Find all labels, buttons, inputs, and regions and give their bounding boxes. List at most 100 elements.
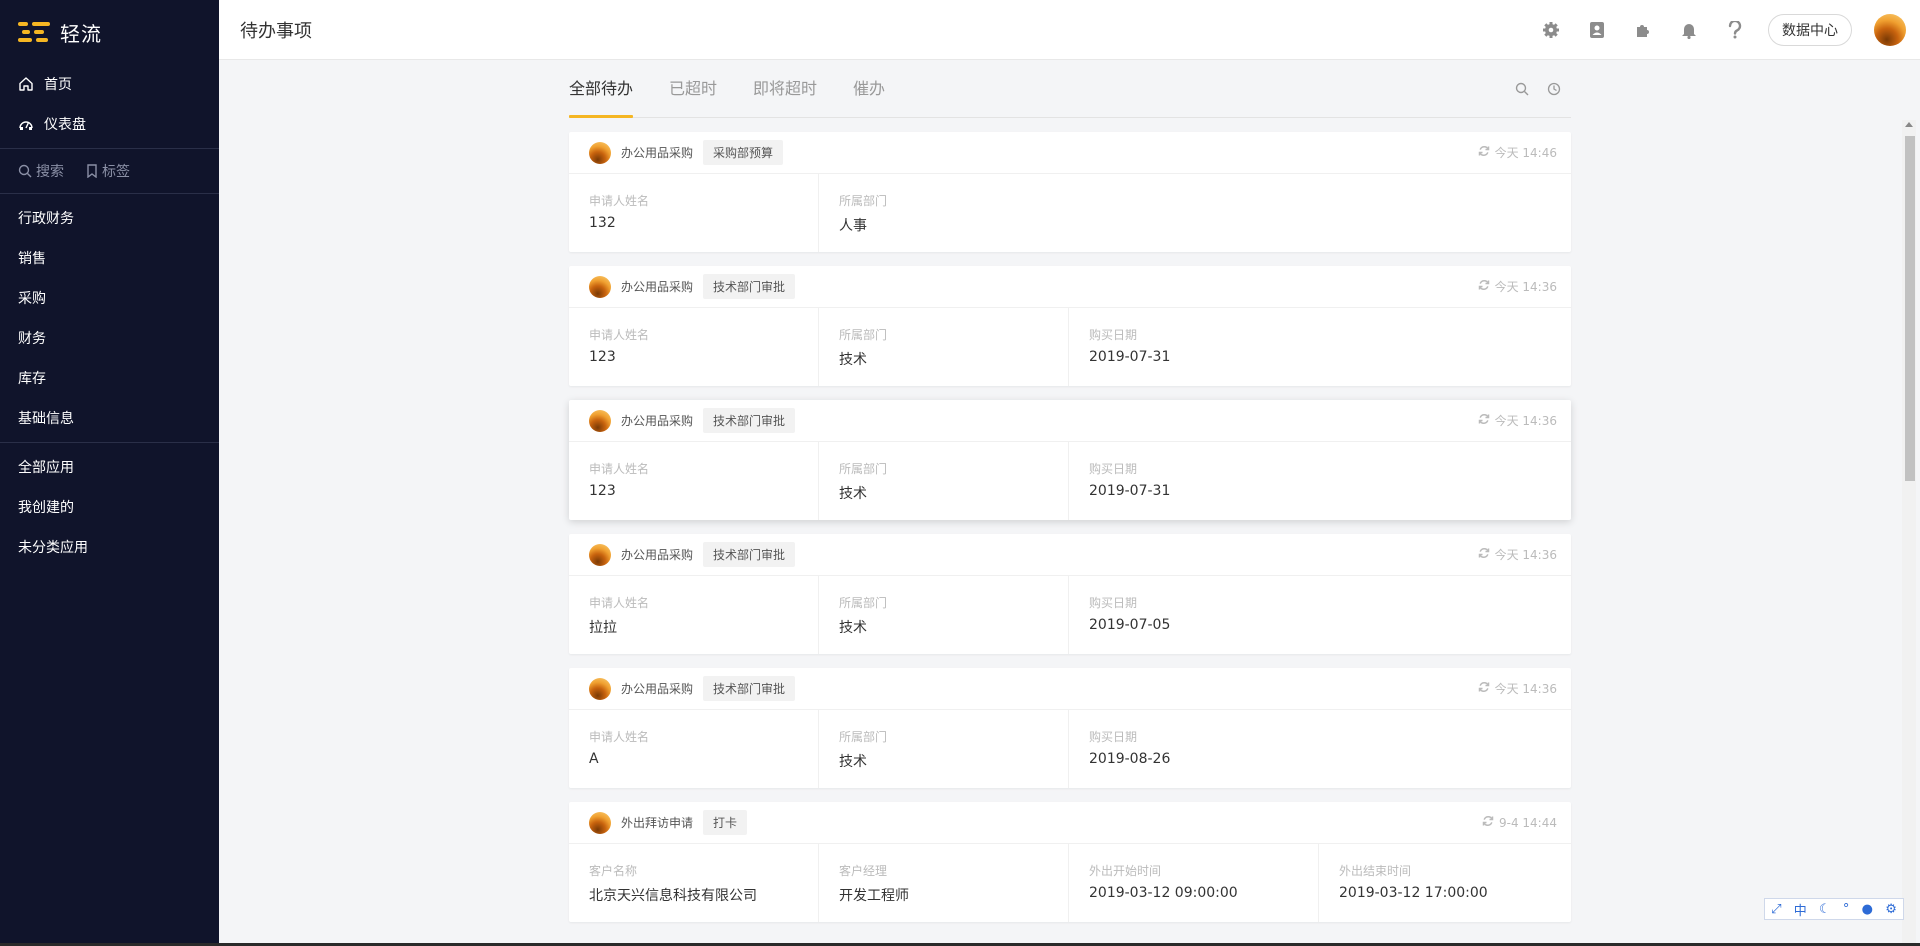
field-value: A bbox=[589, 751, 599, 767]
logo-text: 轻流 bbox=[60, 21, 102, 46]
sidebar-item-group[interactable]: 采购 bbox=[0, 278, 219, 318]
gear-icon[interactable] bbox=[1528, 7, 1574, 53]
field-value: 人事 bbox=[839, 218, 867, 234]
card-header: 办公用品采购 技术部门审批 今天 14:36 bbox=[569, 400, 1571, 442]
contacts-icon[interactable] bbox=[1574, 7, 1620, 53]
app-name: 办公用品采购 bbox=[621, 414, 694, 428]
field-label: 客户经理 bbox=[839, 864, 888, 878]
field-value: 北京天兴信息科技有限公司 bbox=[589, 888, 757, 904]
sidebar-tag-button[interactable]: 标签 bbox=[86, 161, 130, 181]
stage-badge: 技术部门审批 bbox=[703, 676, 796, 701]
todo-card-list: 办公用品采购 采购部预算 今天 14:46 申请人姓名 132 所属部门 人事 … bbox=[569, 132, 1571, 922]
tag-label: 标签 bbox=[102, 164, 130, 180]
sidebar-item-group[interactable]: 基础信息 bbox=[0, 398, 219, 438]
scrollbar-thumb[interactable] bbox=[1905, 136, 1915, 481]
bell-icon[interactable] bbox=[1666, 7, 1712, 53]
field-value: 132 bbox=[589, 215, 616, 231]
field-value: 开发工程师 bbox=[839, 888, 909, 904]
field-label: 购买日期 bbox=[1089, 730, 1138, 744]
todo-card[interactable]: 办公用品采购 技术部门审批 今天 14:36 申请人姓名 123 所属部门 技术… bbox=[569, 266, 1571, 386]
sidebar-search-button[interactable]: 搜索 bbox=[18, 161, 64, 181]
time-text: 今天 14:36 bbox=[1494, 682, 1557, 696]
sidebar-item-group[interactable]: 库存 bbox=[0, 358, 219, 398]
todo-tabs: 全部待办 已超时 即将超时 催办 bbox=[569, 60, 1571, 118]
todo-card[interactable]: 外出拜访申请 打卡 9-4 14:44 客户名称 北京天兴信息科技有限公司 客户… bbox=[569, 802, 1571, 922]
card-time: 今天 14:46 bbox=[1478, 144, 1557, 161]
refresh-icon bbox=[1478, 279, 1490, 294]
field-label: 申请人姓名 bbox=[589, 328, 650, 342]
moon-icon[interactable]: ☾ bbox=[1819, 902, 1831, 917]
dashboard-icon bbox=[18, 116, 34, 132]
card-header: 办公用品采购 技术部门审批 今天 14:36 bbox=[569, 266, 1571, 308]
field-label: 所属部门 bbox=[839, 194, 888, 208]
sidebar-item-group[interactable]: 行政财务 bbox=[0, 198, 219, 238]
refresh-icon bbox=[1478, 681, 1490, 696]
app-avatar bbox=[589, 543, 611, 566]
field-label: 购买日期 bbox=[1089, 328, 1138, 342]
logo-icon bbox=[18, 20, 50, 44]
card-field: 外出结束时间 2019-03-12 17:00:00 bbox=[1319, 844, 1569, 922]
refresh-icon bbox=[1482, 815, 1494, 830]
card-field: 所属部门 技术 bbox=[819, 442, 1069, 520]
card-field: 申请人姓名 A bbox=[569, 710, 819, 788]
user-icon[interactable]: ● bbox=[1862, 902, 1873, 917]
app-name: 办公用品采购 bbox=[621, 280, 694, 294]
todo-card[interactable]: 办公用品采购 技术部门审批 今天 14:36 申请人姓名 拉拉 所属部门 技术 … bbox=[569, 534, 1571, 654]
card-body: 申请人姓名 132 所属部门 人事 bbox=[569, 174, 1571, 252]
card-field: 购买日期 2019-08-26 bbox=[1069, 710, 1319, 788]
tab-overdue[interactable]: 已超时 bbox=[669, 75, 717, 117]
todo-card[interactable]: 办公用品采购 技术部门审批 今天 14:36 申请人姓名 123 所属部门 技术… bbox=[569, 400, 1571, 520]
nav-item-label: 首页 bbox=[44, 77, 72, 93]
card-header: 外出拜访申请 打卡 9-4 14:44 bbox=[569, 802, 1571, 844]
field-value: 2019-03-12 17:00:00 bbox=[1339, 885, 1488, 901]
app-avatar bbox=[589, 409, 611, 432]
tab-urge[interactable]: 催办 bbox=[853, 75, 885, 117]
field-value: 技术 bbox=[839, 486, 867, 502]
vertical-scrollbar[interactable] bbox=[1902, 120, 1916, 943]
field-label: 购买日期 bbox=[1089, 596, 1138, 610]
nav-item-dashboard[interactable]: 仪表盘 bbox=[0, 104, 219, 144]
ime-toolbar: ⤢ 中 ☾ ° ● ⚙ bbox=[1764, 898, 1904, 920]
card-field: 所属部门 技术 bbox=[819, 308, 1069, 386]
search-icon[interactable] bbox=[1513, 80, 1531, 98]
search-label: 搜索 bbox=[36, 164, 64, 180]
ime-mode-toggle[interactable]: 中 bbox=[1794, 900, 1807, 919]
card-field: 所属部门 人事 bbox=[819, 174, 1069, 252]
app-name: 办公用品采购 bbox=[621, 146, 694, 160]
time-text: 今天 14:36 bbox=[1494, 548, 1557, 562]
history-icon[interactable] bbox=[1545, 80, 1563, 98]
field-value: 拉拉 bbox=[589, 620, 617, 636]
field-label: 申请人姓名 bbox=[589, 194, 650, 208]
tab-all-todo[interactable]: 全部待办 bbox=[569, 75, 634, 118]
sidebar-item-all-apps[interactable]: 全部应用 bbox=[0, 447, 219, 487]
todo-card[interactable]: 办公用品采购 技术部门审批 今天 14:36 申请人姓名 A 所属部门 技术 购… bbox=[569, 668, 1571, 788]
todo-card[interactable]: 办公用品采购 采购部预算 今天 14:46 申请人姓名 132 所属部门 人事 bbox=[569, 132, 1571, 252]
field-label: 外出结束时间 bbox=[1339, 864, 1412, 878]
sidebar-item-my-created[interactable]: 我创建的 bbox=[0, 487, 219, 527]
tab-due-soon[interactable]: 即将超时 bbox=[753, 75, 817, 117]
field-label: 申请人姓名 bbox=[589, 596, 650, 610]
top-header: 待办事项 数据中心 bbox=[219, 0, 1920, 60]
field-label: 所属部门 bbox=[839, 730, 888, 744]
card-field: 客户经理 开发工程师 bbox=[819, 844, 1069, 922]
app-filter-list: 全部应用 我创建的 未分类应用 bbox=[0, 443, 219, 571]
punctuation-icon[interactable]: ° bbox=[1843, 902, 1850, 917]
data-center-button[interactable]: 数据中心 bbox=[1768, 13, 1852, 46]
sidebar-item-group[interactable]: 销售 bbox=[0, 238, 219, 278]
expand-icon[interactable]: ⤢ bbox=[1771, 902, 1781, 917]
card-field: 申请人姓名 123 bbox=[569, 308, 819, 386]
scroll-up-arrow-icon[interactable] bbox=[1905, 122, 1913, 127]
plugin-icon[interactable] bbox=[1620, 7, 1666, 53]
sidebar-item-uncategorized[interactable]: 未分类应用 bbox=[0, 527, 219, 567]
field-label: 申请人姓名 bbox=[589, 730, 650, 744]
card-field: 外出开始时间 2019-03-12 09:00:00 bbox=[1069, 844, 1319, 922]
user-avatar[interactable] bbox=[1874, 13, 1906, 46]
gear-icon[interactable]: ⚙ bbox=[1885, 902, 1897, 917]
field-label: 客户名称 bbox=[589, 864, 638, 878]
logo[interactable]: 轻流 bbox=[0, 0, 219, 64]
sidebar-item-group[interactable]: 财务 bbox=[0, 318, 219, 358]
help-icon[interactable] bbox=[1712, 7, 1758, 53]
card-header: 办公用品采购 采购部预算 今天 14:46 bbox=[569, 132, 1571, 174]
nav-item-home[interactable]: 首页 bbox=[0, 64, 219, 104]
field-label: 购买日期 bbox=[1089, 462, 1138, 476]
